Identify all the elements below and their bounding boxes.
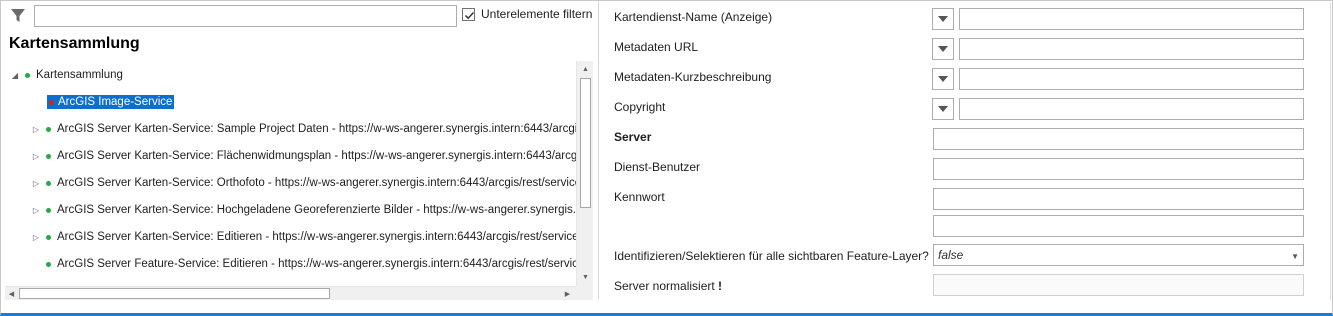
tree-item-selected[interactable]: ArcGIS Image-Service xyxy=(47,95,175,109)
subfilter-label: Unterelemente filtern xyxy=(481,7,593,21)
tree-item[interactable]: ▷ ArcGIS Server Karten-Service: Editiere… xyxy=(30,228,576,246)
right-edge-border xyxy=(1330,2,1331,300)
filter-icon[interactable] xyxy=(10,7,28,25)
tree-item-label: ArcGIS Server Feature-Service: Editieren… xyxy=(57,258,576,270)
status-dot-icon xyxy=(46,153,51,159)
required-marker: ! xyxy=(718,279,723,293)
tree-item[interactable]: ▷ ArcGIS Server Karten-Service: Flächenw… xyxy=(30,147,576,165)
kennwort-field[interactable] xyxy=(933,188,1304,210)
label-identifizieren: Identifizieren/Selektieren für alle sich… xyxy=(614,249,929,263)
scrollbar-corner xyxy=(576,286,593,300)
subfilter-checkbox[interactable] xyxy=(462,7,475,21)
status-dot-icon xyxy=(46,126,51,132)
tree-item[interactable]: ArcGIS Image-Service xyxy=(47,93,175,111)
identifizieren-select[interactable]: false ▼ xyxy=(933,244,1304,266)
vertical-scroll-thumb[interactable] xyxy=(580,78,591,208)
status-dot-icon xyxy=(46,261,51,267)
label-metadaten-kurzbeschreibung: Metadaten-Kurzbeschreibung xyxy=(614,70,772,84)
filter-input[interactable] xyxy=(34,5,457,27)
label-copyright: Copyright xyxy=(614,100,666,114)
expand-arrow-icon[interactable]: ▷ xyxy=(30,231,42,243)
tree-item[interactable]: ▷ ArcGIS Server Karten-Service: Sample P… xyxy=(30,120,576,138)
metadaten-url-field[interactable] xyxy=(959,38,1304,60)
kennwort-confirm-field[interactable] xyxy=(933,215,1304,237)
chevron-down-icon[interactable] xyxy=(932,38,954,60)
status-dot-icon xyxy=(46,180,51,186)
expand-arrow-icon[interactable]: ▷ xyxy=(30,177,42,189)
label-metadaten-url: Metadaten URL xyxy=(614,40,699,54)
tree-item-label: ArcGIS Server Karten-Service: Hochgelade… xyxy=(57,204,576,216)
server-normalisiert-field xyxy=(933,274,1304,296)
status-dot-icon xyxy=(49,100,54,105)
properties-panel: Kartendienst-Name (Anzeige) Metadaten UR… xyxy=(599,1,1331,312)
tree-vertical-scrollbar[interactable]: ▲ ▼ xyxy=(576,61,593,286)
status-dot-icon xyxy=(46,207,51,213)
tree-title: Kartensammlung xyxy=(9,35,140,52)
tree-item[interactable]: ▷ ArcGIS Server Karten-Service: Orthofot… xyxy=(30,174,576,192)
chevron-down-icon[interactable] xyxy=(932,98,954,120)
label-kartendienst-name: Kartendienst-Name (Anzeige) xyxy=(614,10,773,24)
status-dot-icon xyxy=(46,234,51,240)
copyright-field[interactable] xyxy=(959,98,1304,120)
expand-arrow-icon[interactable]: ▷ xyxy=(30,150,42,162)
label-server-normalisiert-text: Server normalisiert xyxy=(614,279,715,293)
label-server: Server xyxy=(614,130,652,144)
label-server-normalisiert: Server normalisiert ! xyxy=(614,279,722,293)
expand-arrow-icon[interactable]: ▷ xyxy=(30,204,42,216)
tree-view: ◢ Kartensammlung ArcGIS Image-Service ▷ … xyxy=(5,61,576,286)
label-dienst-benutzer: Dienst-Benutzer xyxy=(614,160,701,174)
scroll-right-icon[interactable]: ▶ xyxy=(561,287,574,300)
chevron-down-icon[interactable] xyxy=(932,8,954,30)
kartendienst-name-field[interactable] xyxy=(959,8,1304,30)
tree-item[interactable]: ArcGIS Server Feature-Service: Editieren… xyxy=(42,255,576,273)
chevron-down-icon[interactable] xyxy=(932,68,954,90)
dropdown-arrow-icon[interactable]: ▼ xyxy=(1291,252,1299,261)
server-field[interactable] xyxy=(933,128,1304,150)
tree-item-label: ArcGIS Server Karten-Service: Orthofoto … xyxy=(57,177,576,189)
dienst-benutzer-field[interactable] xyxy=(933,158,1304,180)
tree-item-label: ArcGIS Server Karten-Service: Editieren … xyxy=(57,231,576,243)
tree-root[interactable]: ◢ Kartensammlung xyxy=(9,66,123,84)
identifizieren-value: false xyxy=(938,248,964,262)
scroll-left-icon[interactable]: ◀ xyxy=(5,287,18,300)
metadaten-kurzbeschreibung-field[interactable] xyxy=(959,68,1304,90)
tree-root-label: Kartensammlung xyxy=(36,69,123,81)
collapse-arrow-icon[interactable]: ◢ xyxy=(9,69,21,81)
tree-item[interactable]: ▷ ArcGIS Server Karten-Service: Hochgela… xyxy=(30,201,576,219)
expand-arrow-icon[interactable]: ▷ xyxy=(30,123,42,135)
horizontal-scroll-thumb[interactable] xyxy=(19,288,330,299)
scroll-down-icon[interactable]: ▼ xyxy=(579,271,592,284)
subfilter-checkbox-group[interactable]: Unterelemente filtern xyxy=(462,7,592,21)
label-kennwort: Kennwort xyxy=(614,190,665,204)
tree-item-label: ArcGIS Server Karten-Service: Flächenwid… xyxy=(57,150,576,162)
scroll-up-icon[interactable]: ▲ xyxy=(579,63,592,76)
tree-item-label: ArcGIS Image-Service xyxy=(58,96,173,108)
tree-item-label: ArcGIS Server Karten-Service: Sample Pro… xyxy=(57,123,576,135)
tree-panel: Unterelemente filtern Kartensammlung ◢ K… xyxy=(1,1,598,312)
tree-horizontal-scrollbar[interactable]: ◀ ▶ xyxy=(5,286,576,300)
status-dot-icon xyxy=(25,72,30,78)
